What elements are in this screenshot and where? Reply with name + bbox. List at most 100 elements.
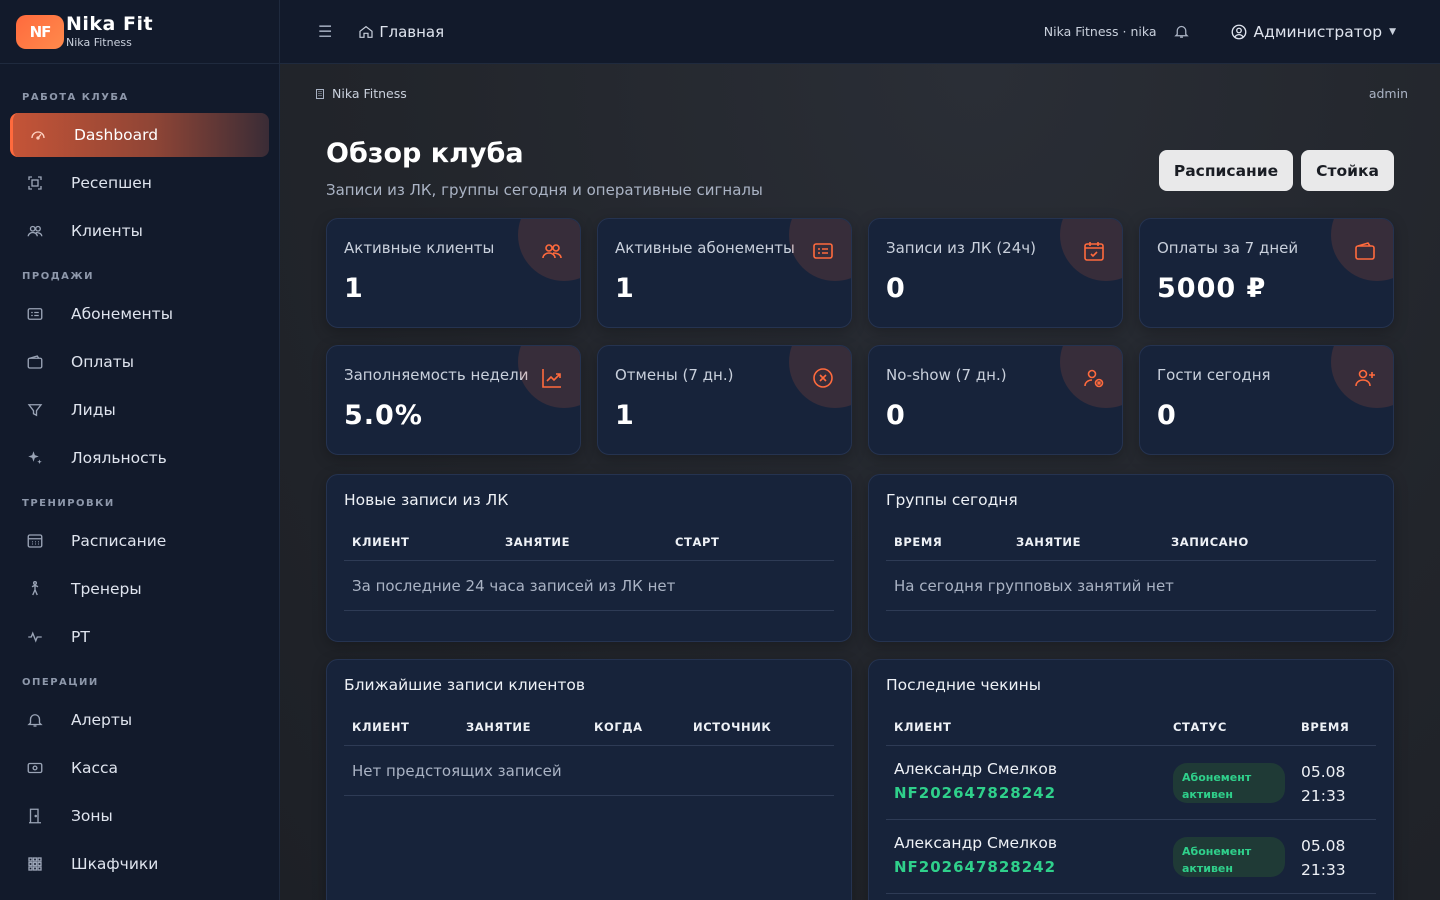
client-code: NF202647828242 — [894, 858, 1057, 876]
panel-new-bookings: Новые записи из ЛК КЛИЕНТ ЗАНЯТИЕ СТАРТ … — [326, 474, 852, 642]
door-icon — [26, 807, 44, 825]
column-header: КЛИЕНТ — [352, 535, 410, 549]
gauge-icon — [29, 126, 47, 144]
wallet-icon — [26, 353, 44, 371]
stat-card-no-show[interactable]: No-show (7 дн.) 0 — [868, 345, 1123, 455]
desk-button[interactable]: Стойка — [1301, 150, 1394, 191]
sidebar-nav: РАБОТА КЛУБА Dashboard Ресепшен Клиенты … — [0, 64, 279, 886]
table-row[interactable]: Александр Смелков NF202647828242 Абонеме… — [886, 746, 1376, 820]
cash-icon — [26, 759, 44, 777]
stat-label: Активные клиенты — [344, 239, 495, 257]
stat-value: 0 — [886, 400, 906, 431]
card-list-icon — [26, 305, 44, 323]
stat-card-guests-today[interactable]: Гости сегодня 0 — [1139, 345, 1394, 455]
stat-label: Отмены (7 дн.) — [615, 366, 734, 384]
sidebar-item-pt[interactable]: PT — [10, 615, 269, 659]
sidebar-item-dashboard[interactable]: Dashboard — [10, 113, 269, 157]
sidebar-item-zones[interactable]: Зоны — [10, 794, 269, 838]
sidebar-item-label: Касса — [71, 759, 119, 777]
page-subtitle: Записи из ЛК, группы сегодня и оперативн… — [326, 181, 763, 199]
column-header: ВРЕМЯ — [1301, 720, 1350, 734]
user-circle-icon — [1231, 24, 1246, 39]
column-header: ЗАНЯТИЕ — [466, 720, 532, 734]
column-header: КЛИЕНТ — [894, 720, 952, 734]
sidebar-item-clients[interactable]: Клиенты — [10, 209, 269, 253]
person-plus-icon — [1353, 366, 1377, 394]
sidebar-item-leads[interactable]: Лиды — [10, 388, 269, 432]
pulse-icon — [26, 628, 44, 646]
checkin-date: 05.08 — [1301, 763, 1346, 781]
sidebar-item-memberships[interactable]: Абонементы — [10, 292, 269, 336]
sidebar-item-trainers[interactable]: Тренеры — [10, 567, 269, 611]
sparkle-icon — [26, 449, 44, 467]
table-row[interactable]: Александр Смелков NF202647828242 Абонеме… — [886, 820, 1376, 894]
person-running-icon — [26, 580, 44, 598]
users-icon — [540, 239, 564, 267]
logo: NF — [16, 14, 64, 49]
breadcrumb[interactable]: Nika Fitness — [314, 86, 407, 101]
sidebar-item-lockers[interactable]: Шкафчики — [10, 842, 269, 886]
checkin-clock: 21:33 — [1301, 787, 1346, 805]
brand[interactable]: NF Nika Fit Nika Fitness — [0, 0, 279, 64]
stat-card-active-memberships[interactable]: Активные абонементы 1 — [597, 218, 852, 328]
person-x-icon — [1082, 366, 1106, 394]
stat-value: 5.0% — [344, 400, 423, 431]
sidebar-item-label: Расписание — [71, 532, 167, 550]
lockers-grid-icon — [26, 855, 44, 873]
sidebar-item-schedule[interactable]: Расписание — [10, 519, 269, 563]
stat-value: 1 — [344, 273, 364, 304]
stat-value: 1 — [615, 400, 635, 431]
breadcrumb-label: Nika Fitness — [332, 86, 407, 101]
sidebar-item-label: Dashboard — [74, 126, 159, 144]
brand-name: Nika Fit — [66, 13, 154, 35]
stat-label: Активные абонементы — [615, 239, 795, 257]
sidebar-item-reception[interactable]: Ресепшен — [10, 161, 269, 205]
stat-card-payments-7d[interactable]: Оплаты за 7 дней 5000 ₽ — [1139, 218, 1394, 328]
stat-card-active-clients[interactable]: Активные клиенты 1 — [326, 218, 581, 328]
hamburger-icon[interactable]: ☰ — [318, 22, 332, 41]
bell-icon[interactable] — [1173, 23, 1190, 40]
bell-icon — [26, 711, 44, 729]
stat-card-cancellations[interactable]: Отмены (7 дн.) 1 — [597, 345, 852, 455]
home-icon — [359, 25, 373, 38]
sidebar-item-label: PT — [71, 628, 90, 646]
panel-title: Последние чекины — [886, 676, 1041, 694]
empty-message: На сегодня групповых занятий нет — [894, 577, 1174, 595]
sidebar-item-loyalty[interactable]: Лояльность — [10, 436, 269, 480]
sidebar-item-label: Абонементы — [71, 305, 173, 323]
sidebar-item-cash[interactable]: Касса — [10, 746, 269, 790]
x-circle-icon — [811, 366, 835, 394]
sidebar-item-payments[interactable]: Оплаты — [10, 340, 269, 384]
sidebar-item-label: Лояльность — [71, 449, 167, 467]
panel-title: Группы сегодня — [886, 491, 1018, 509]
empty-message: За последние 24 часа записей из ЛК нет — [352, 577, 676, 595]
panel-title: Ближайшие записи клиентов — [344, 676, 585, 694]
table-header: КЛИЕНТ СТАТУС ВРЕМЯ — [886, 708, 1376, 746]
checkin-time: 05.08 21:33 — [1301, 760, 1346, 808]
panel-upcoming-bookings: Ближайшие записи клиентов КЛИЕНТ ЗАНЯТИЕ… — [326, 659, 852, 900]
stat-label: Гости сегодня — [1157, 366, 1271, 384]
users-icon — [26, 222, 44, 240]
panel-groups-today: Группы сегодня ВРЕМЯ ЗАНЯТИЕ ЗАПИСАНО На… — [868, 474, 1394, 642]
column-header: КЛИЕНТ — [352, 720, 410, 734]
page-title: Обзор клуба — [326, 138, 524, 169]
org-label: Nika Fitness · nika — [1043, 24, 1157, 39]
home-link[interactable]: Главная — [358, 23, 444, 41]
topbar: ☰ Главная Nika Fitness · nika Администра… — [280, 0, 1440, 64]
status-line: активен — [1182, 862, 1233, 875]
admin-menu[interactable]: Администратор ▼ — [1230, 23, 1396, 41]
table-empty-row: За последние 24 часа записей из ЛК нет — [344, 561, 834, 611]
stat-card-bookings-24h[interactable]: Записи из ЛК (24ч) 0 — [868, 218, 1123, 328]
status-badge: Абонемент активен — [1173, 837, 1285, 877]
stat-card-week-occupancy[interactable]: Заполняемость недели 5.0% — [326, 345, 581, 455]
nav-section-title: ПРОДАЖИ — [22, 271, 94, 282]
stat-label: Заполняемость недели — [344, 366, 529, 384]
column-header: СТАРТ — [675, 535, 720, 549]
status-line: активен — [1182, 788, 1233, 801]
sidebar-item-alerts[interactable]: Алерты — [10, 698, 269, 742]
schedule-button[interactable]: Расписание — [1158, 150, 1294, 191]
client-name: Александр Смелков — [894, 760, 1057, 778]
column-header: ИСТОЧНИК — [693, 720, 772, 734]
table-empty-row: На сегодня групповых занятий нет — [886, 561, 1376, 611]
status-badge: Абонемент активен — [1173, 763, 1285, 803]
